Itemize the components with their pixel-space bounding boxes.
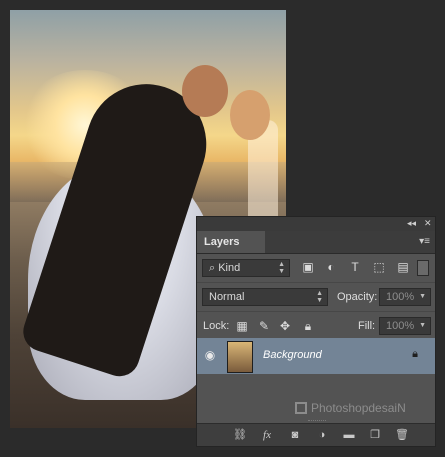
lock-icon[interactable]: 🔒︎ bbox=[301, 319, 315, 333]
fill-label: Fill: bbox=[358, 320, 376, 332]
watermark-text: PhotoshopdesaiN bbox=[311, 401, 406, 415]
brush-icon[interactable]: ✎ bbox=[257, 319, 271, 333]
lock-label: Lock: bbox=[203, 320, 230, 332]
move-icon[interactable]: ✥ bbox=[278, 319, 292, 333]
opacity-value: 100% bbox=[386, 291, 415, 303]
eye-icon[interactable]: ◉ bbox=[203, 348, 217, 362]
layer-thumbnail bbox=[227, 341, 253, 373]
fill-value: 100% bbox=[386, 320, 415, 332]
watermark-logo-icon bbox=[295, 402, 307, 414]
bride-head bbox=[230, 90, 270, 140]
search-icon: ⌕ bbox=[209, 262, 219, 274]
new-layer-icon[interactable]: ❐ bbox=[367, 428, 383, 442]
kind-filter-select[interactable]: ⌕ Kind ▲ ▼ bbox=[202, 259, 290, 277]
trash-icon[interactable]: 🗑︎ bbox=[394, 428, 410, 442]
fx-icon[interactable]: fx bbox=[259, 428, 275, 442]
groom-head bbox=[182, 65, 228, 117]
chevron-down-icon: ▼ bbox=[419, 322, 426, 329]
shape-icon[interactable]: ⬚ bbox=[372, 260, 386, 274]
tab-row: Layers ▾≡ bbox=[197, 231, 435, 254]
checker-icon[interactable]: ▦ bbox=[235, 319, 249, 333]
panel-titlebar: ◂◂ ✕ bbox=[197, 217, 435, 231]
folder-icon[interactable]: ▬ bbox=[341, 428, 357, 442]
lock-icon: 🔒︎ bbox=[412, 348, 418, 360]
panel-footer: ⛓ fx ◙ ◑ ▬ ❐ 🗑︎ bbox=[197, 420, 435, 446]
chevron-updown-icon: ▲ ▼ bbox=[316, 290, 323, 304]
fill-field[interactable]: 100% ▼ bbox=[379, 317, 431, 335]
tab-layers[interactable]: Layers bbox=[197, 231, 265, 253]
layer-name: Background bbox=[263, 349, 322, 361]
filter-toggle[interactable] bbox=[417, 260, 429, 276]
filter-row: ⌕ Kind ▲ ▼ ▣ ◐ T ⬚ ▤ bbox=[197, 254, 435, 283]
blend-mode-value: Normal bbox=[209, 291, 245, 303]
layers-empty-area: PhotoshopdesaiN bbox=[197, 374, 435, 422]
blend-row: Normal ▲ ▼ Opacity: 100% ▼ bbox=[197, 283, 435, 312]
smart-object-icon[interactable]: ▤ bbox=[396, 260, 410, 274]
resize-grip[interactable] bbox=[308, 420, 326, 424]
opacity-label: Opacity: bbox=[337, 291, 378, 303]
chevron-down-icon: ▼ bbox=[419, 293, 426, 300]
watermark: PhotoshopdesaiN bbox=[295, 400, 406, 416]
blend-mode-select[interactable]: Normal ▲ ▼ bbox=[202, 288, 328, 306]
layers-panel: ◂◂ ✕ Layers ▾≡ ⌕ Kind ▲ ▼ ▣ ◐ T ⬚ ▤ Norma… bbox=[196, 216, 436, 447]
chevron-updown-icon: ▲ ▼ bbox=[278, 261, 285, 275]
panel-menu-icon[interactable]: ▾≡ bbox=[419, 236, 430, 247]
close-icon[interactable]: ✕ bbox=[424, 218, 432, 229]
mask-icon[interactable]: ◙ bbox=[287, 428, 303, 442]
type-icon[interactable]: T bbox=[348, 260, 362, 274]
adjustment-icon[interactable]: ◐ bbox=[324, 260, 338, 274]
lock-row: Lock: ▦ ✎ ✥ 🔒︎ Fill: 100% ▼ bbox=[197, 312, 435, 341]
half-circle-icon[interactable]: ◑ bbox=[314, 428, 330, 442]
layer-row-background[interactable]: ◉ Background 🔒︎ bbox=[197, 338, 435, 374]
opacity-field[interactable]: 100% ▼ bbox=[379, 288, 431, 306]
image-icon[interactable]: ▣ bbox=[301, 260, 315, 274]
link-icon[interactable]: ⛓ bbox=[232, 428, 248, 442]
double-arrow-icon[interactable]: ◂◂ bbox=[407, 218, 416, 229]
kind-filter-value: Kind bbox=[218, 262, 241, 274]
